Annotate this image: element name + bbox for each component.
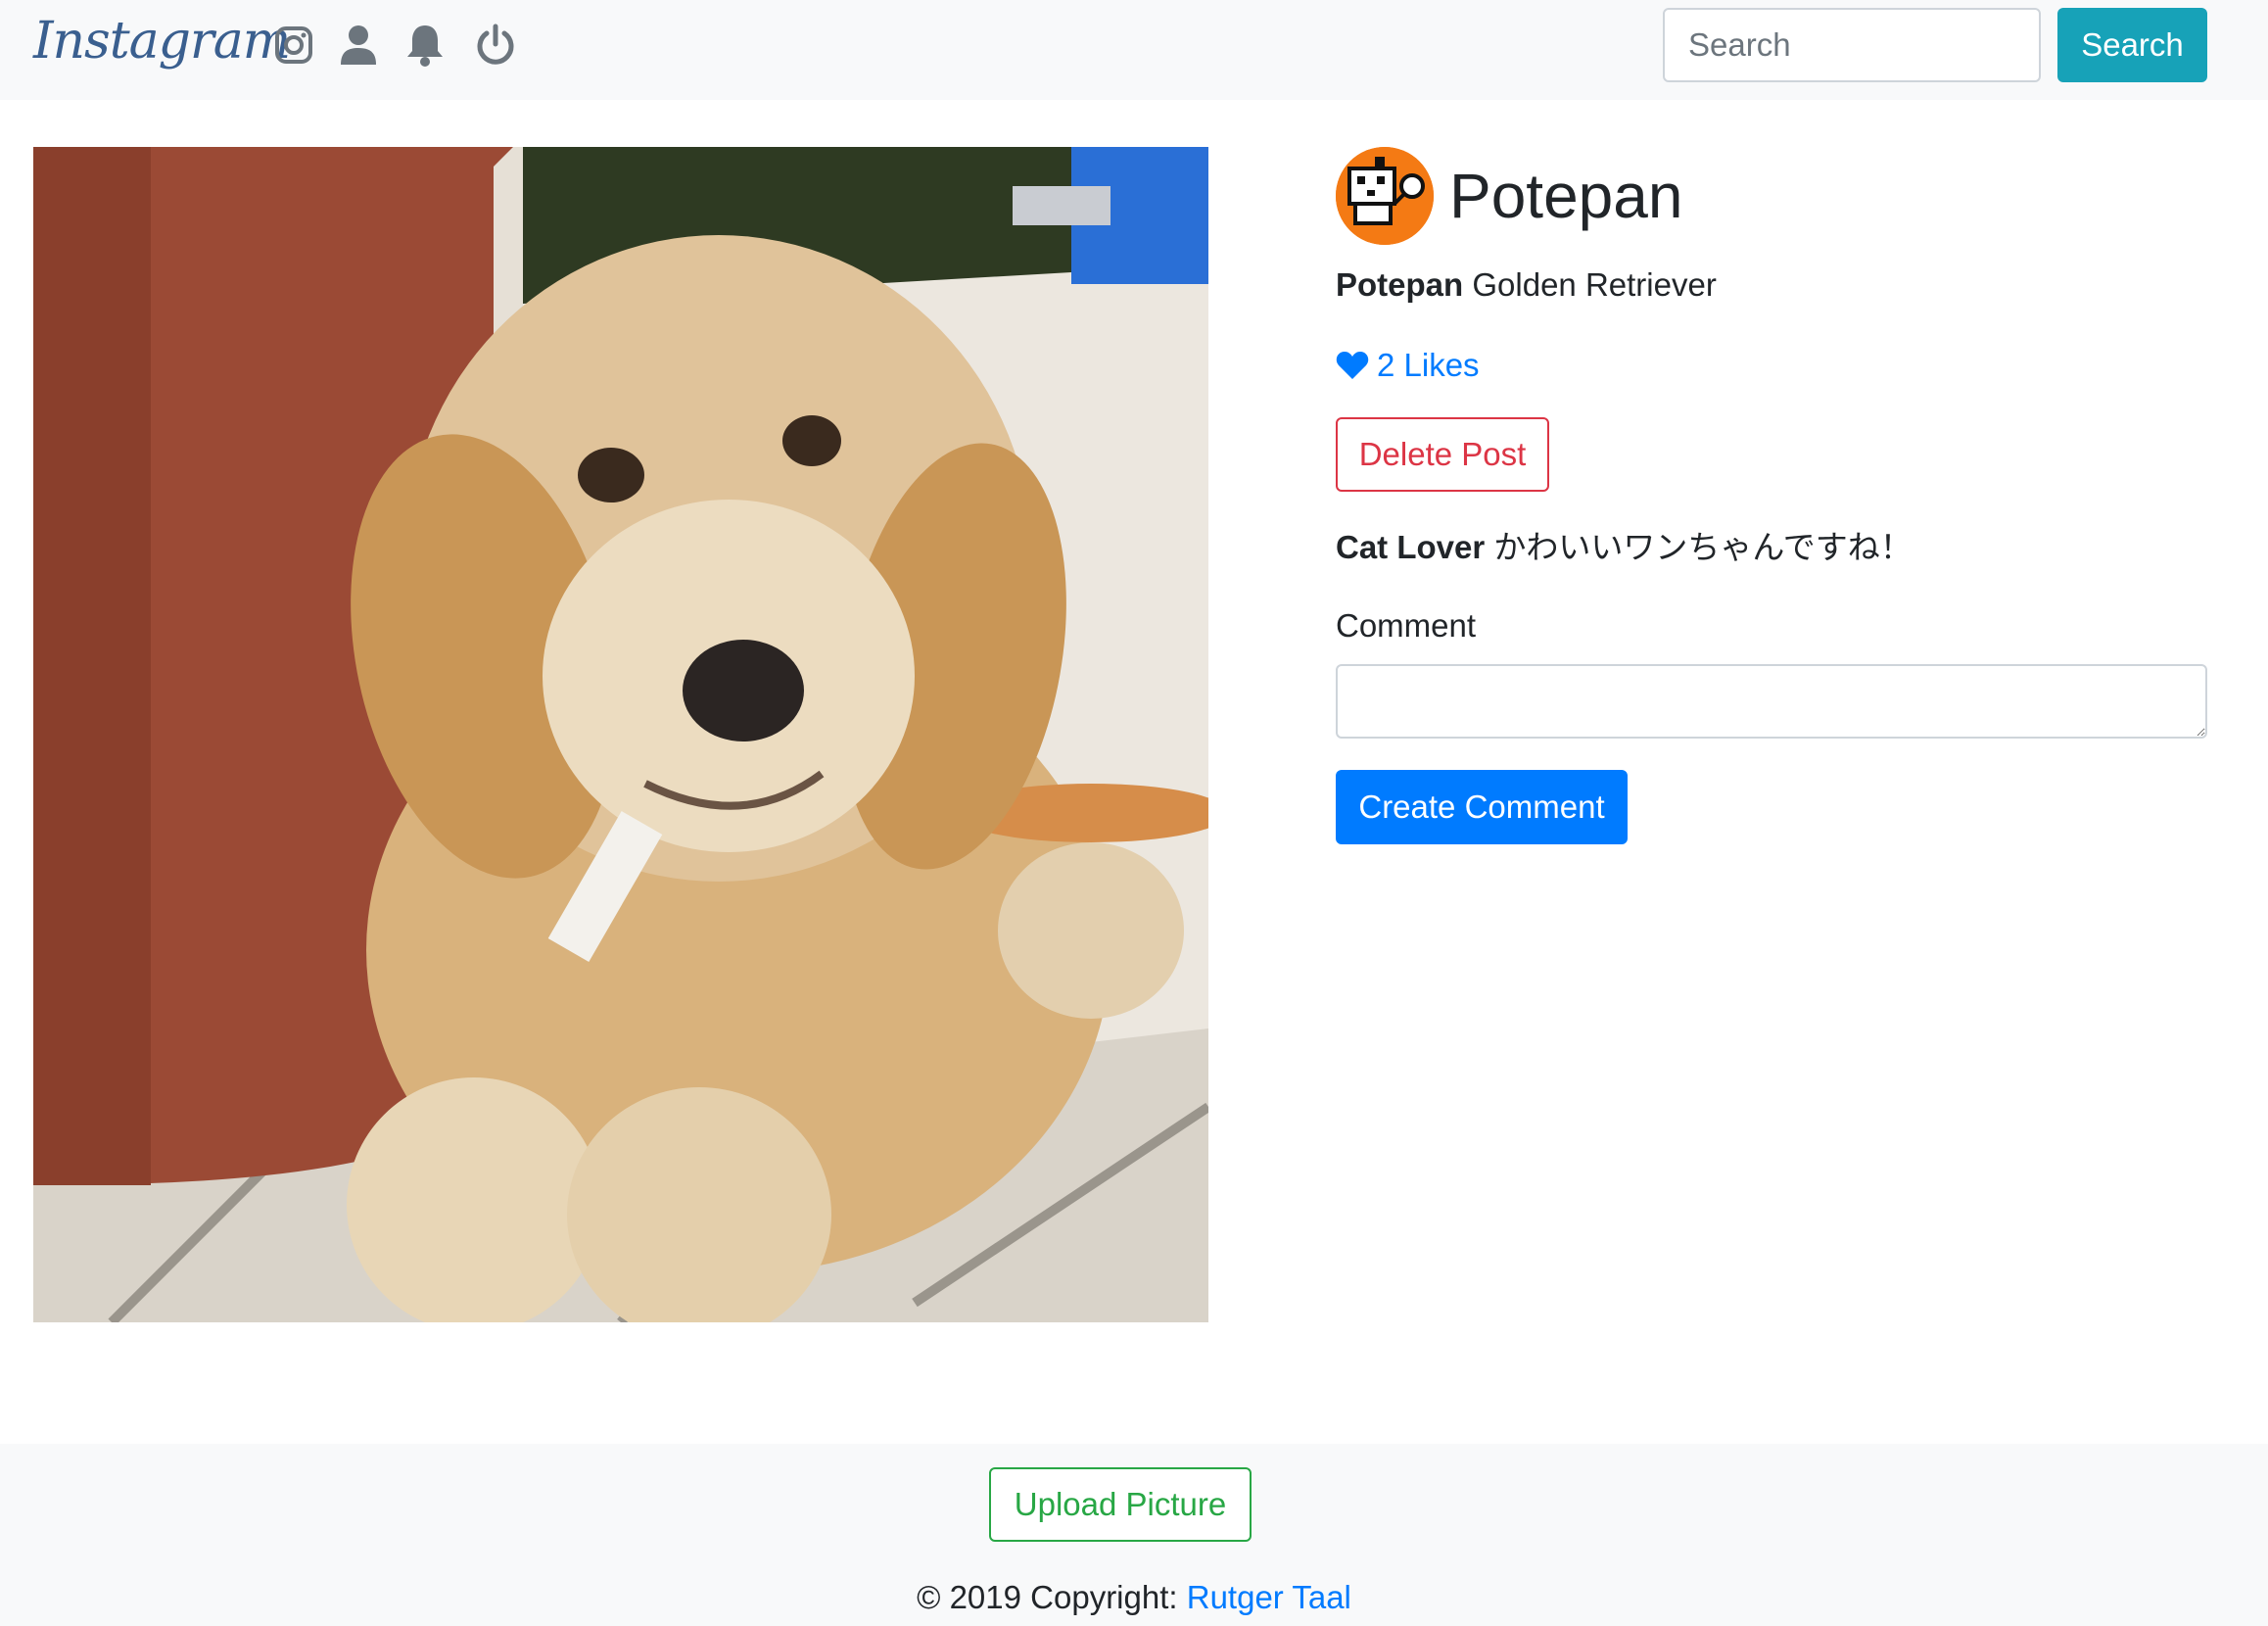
user-icon[interactable] bbox=[337, 22, 380, 69]
caption-username[interactable]: Potepan bbox=[1336, 266, 1463, 303]
search-input[interactable] bbox=[1663, 8, 2041, 82]
comment-label: Comment bbox=[1336, 607, 1477, 644]
search-button[interactable]: Search bbox=[2057, 8, 2207, 82]
navbar: Instagram Search bbox=[0, 0, 2268, 100]
copyright-link[interactable]: Rutger Taal bbox=[1187, 1579, 1351, 1615]
caption-text: Golden Retriever bbox=[1472, 266, 1717, 303]
brand-logo[interactable]: Instagram bbox=[33, 10, 291, 72]
avatar[interactable] bbox=[1336, 147, 1434, 245]
instagram-icon[interactable] bbox=[272, 22, 315, 69]
post-username[interactable]: Potepan bbox=[1449, 147, 1682, 245]
heart-icon bbox=[1336, 352, 1369, 379]
create-comment-button[interactable]: Create Comment bbox=[1336, 770, 1628, 844]
likes-button[interactable]: 2 Likes bbox=[1336, 343, 1480, 388]
copyright-text: © 2019 Copyright: bbox=[917, 1579, 1178, 1615]
comment-input[interactable] bbox=[1336, 664, 2207, 739]
likes-count-label: 2 Likes bbox=[1377, 347, 1480, 383]
comment-author[interactable]: Cat Lover bbox=[1336, 529, 1485, 565]
comment-text: かわいいワンちゃんですね！ bbox=[1493, 529, 1913, 565]
comment-item: Cat Lover かわいいワンちゃんですね！ bbox=[1336, 525, 1913, 570]
footer: Upload Picture © 2019 Copyright: Rutger … bbox=[0, 1444, 2268, 1626]
delete-post-button[interactable]: Delete Post bbox=[1336, 417, 1549, 492]
power-icon[interactable] bbox=[474, 22, 517, 69]
post-image bbox=[33, 147, 1208, 1322]
post-caption: Potepan Golden Retriever bbox=[1336, 263, 1717, 308]
bell-icon[interactable] bbox=[403, 22, 447, 69]
upload-picture-button[interactable]: Upload Picture bbox=[989, 1467, 1252, 1542]
copyright: © 2019 Copyright: Rutger Taal bbox=[0, 1575, 2268, 1620]
